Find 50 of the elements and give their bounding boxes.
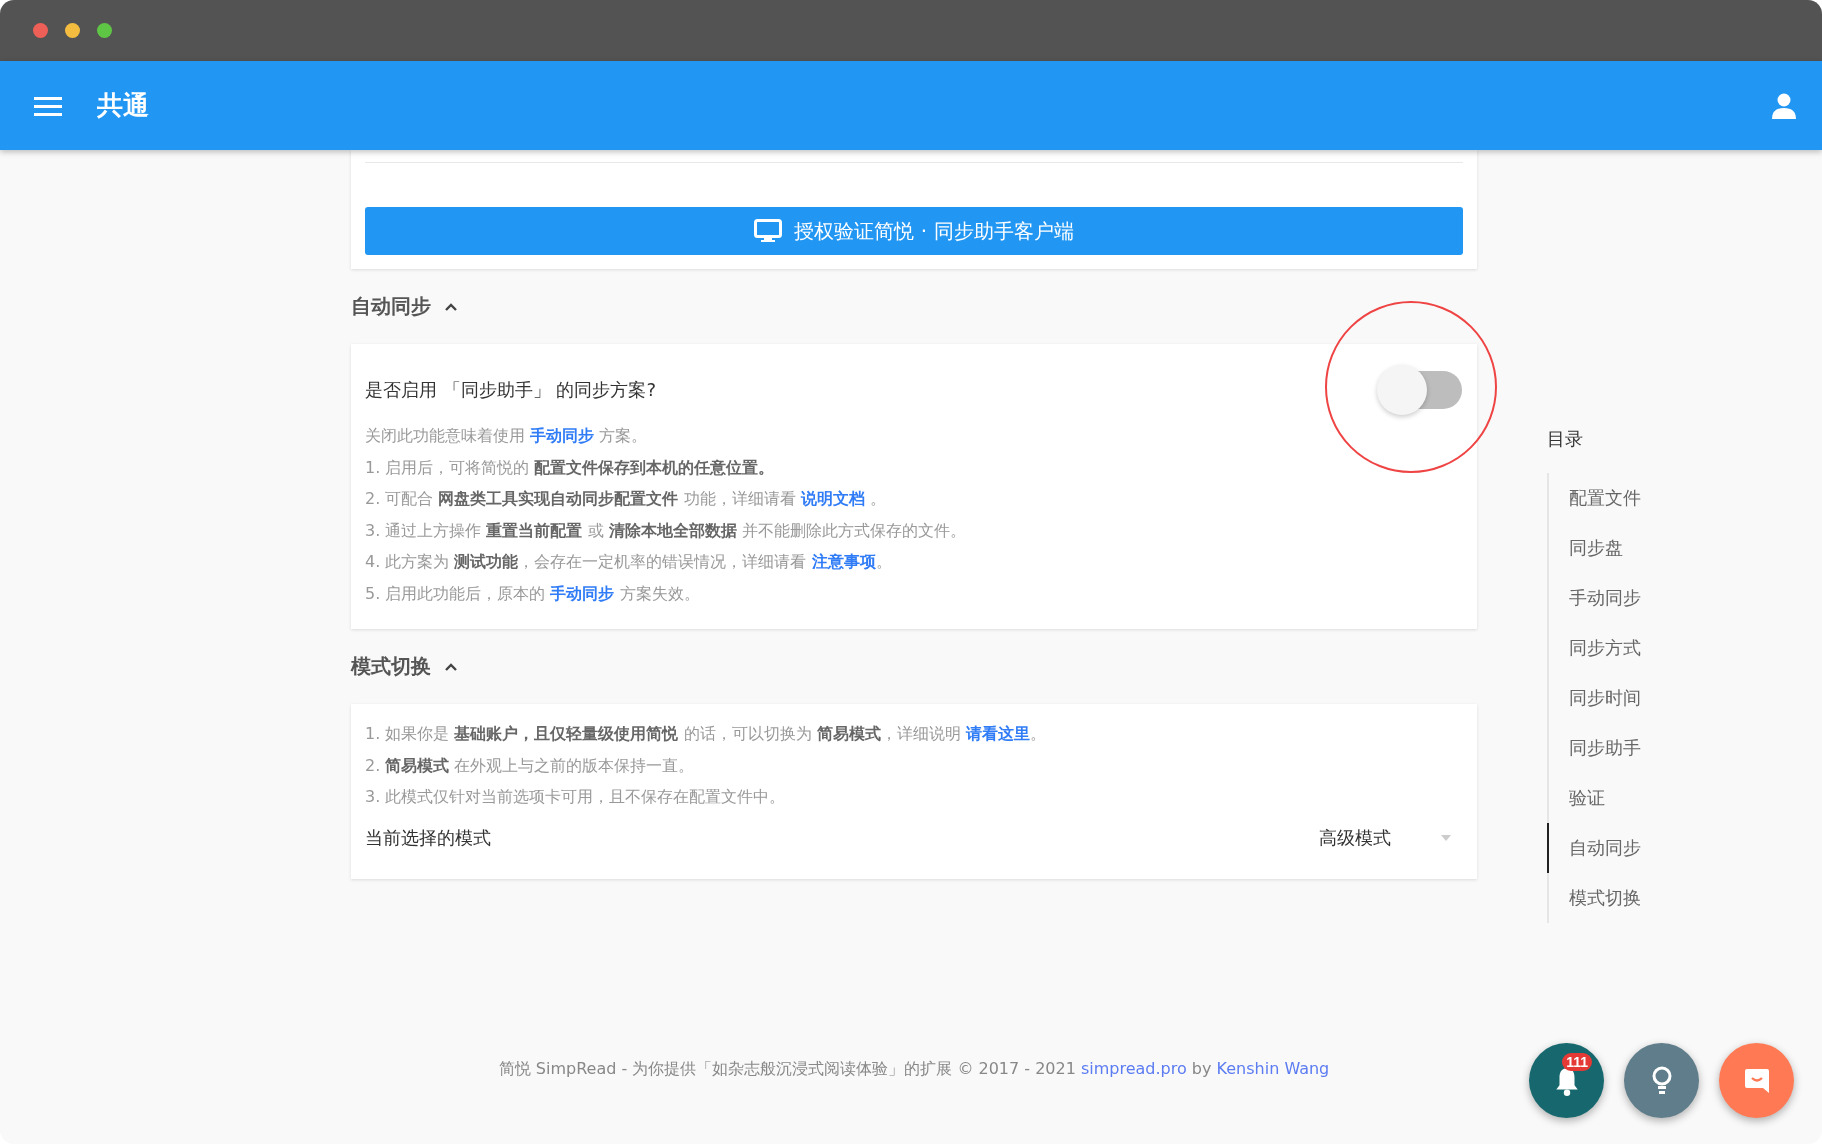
floating-action-button[interactable]: 111 — [1529, 1043, 1604, 1118]
menu-icon[interactable] — [34, 95, 62, 116]
description-line: 1. 启用后，可将简悦的 配置文件保存到本机的任意位置。 — [365, 456, 776, 479]
footer-link[interactable]: Kenshin Wang — [1216, 1058, 1330, 1078]
toc-item[interactable]: 手动同步 — [1547, 573, 1822, 623]
auth-button[interactable]: 授权验证简悦 · 同步助手客户端 — [365, 207, 1463, 255]
chat-icon — [1743, 1067, 1770, 1094]
doc-link[interactable]: 手动同步 — [530, 426, 595, 445]
caret-icon — [1441, 834, 1451, 841]
toc-item[interactable]: 同步方式 — [1547, 623, 1822, 673]
footer-link[interactable]: simpread.pro — [1080, 1058, 1187, 1078]
floating-action-button[interactable] — [1624, 1043, 1699, 1118]
description-line: 1. 如果你是 基础账户，且仅轻量级使用简悦 的话，可以切换为 简易模式，详细说明 请看这里。 — [365, 723, 1047, 745]
toc-item[interactable]: 同步时间 — [1547, 673, 1822, 723]
mode-select[interactable]: 高级模式 — [1319, 825, 1463, 850]
description-line: 2. 简易模式 在外观上与之前的版本保持一直。 — [365, 754, 696, 777]
chevron-icon[interactable] — [445, 302, 457, 311]
doc-link[interactable]: 请看这里 — [965, 724, 1030, 743]
doc-link[interactable]: 手动同步 — [550, 583, 615, 603]
minimize-window-dot[interactable] — [65, 23, 80, 38]
setting-question: 是否启用 「同步助手」 的同步方案? — [365, 378, 656, 402]
select-label: 当前选择的模式 — [365, 825, 491, 850]
section-title: 模式切换 — [351, 653, 431, 680]
section-title: 自动同步 — [351, 293, 431, 320]
notification-badge: 111 — [1562, 1053, 1592, 1071]
toc-item[interactable]: 配置文件 — [1547, 473, 1822, 523]
toc-item[interactable]: 自动同步 — [1547, 823, 1822, 873]
toc-title: 目录 — [1547, 427, 1584, 451]
user-icon[interactable] — [1772, 92, 1796, 119]
doc-link[interactable]: 说明文档 — [800, 489, 865, 508]
description-line: 3. 通过上方操作 重置当前配置 或 清除本地全部数据 并不能删除此方式保存的文件。 — [365, 519, 967, 542]
toc-item[interactable]: 模式切换 — [1547, 873, 1822, 923]
footer-text: 简悦 SimpRead - 为你提供「如杂志般沉浸式阅读体验」的扩展 © 2017 - 2021 simpread.pro by Kenshin Wang — [497, 1058, 1331, 1080]
toc-item[interactable]: 同步盘 — [1547, 523, 1822, 573]
toc-item[interactable]: 验证 — [1547, 773, 1822, 823]
chevron-icon[interactable] — [445, 662, 457, 671]
toggle-switch[interactable] — [1377, 365, 1462, 415]
doc-link[interactable]: 注意事项 — [811, 552, 876, 571]
app-title: 共通 — [97, 89, 149, 122]
close-window-dot[interactable] — [33, 23, 48, 38]
description-line: 2. 可配合 网盘类工具实现自动同步配置文件 功能，详细请看 说明文档 。 — [365, 488, 887, 510]
toc-item[interactable]: 同步助手 — [1547, 723, 1822, 773]
lightbulb-icon — [1651, 1065, 1672, 1096]
zoom-window-dot[interactable] — [97, 23, 112, 38]
description-line: 关闭此功能意味着使用 手动同步 方案。 — [365, 425, 649, 447]
description-line: 3. 此模式仅针对当前选项卡可用，且不保存在配置文件中。 — [365, 786, 787, 808]
monitor-icon — [754, 219, 783, 243]
description-line: 4. 此方案为 测试功能，会存在一定机率的错误情况，详细请看 注意事项。 — [365, 551, 893, 573]
description-line: 5. 启用此功能后，原本的 手动同步 方案失效。 — [365, 582, 701, 605]
floating-action-button[interactable] — [1719, 1043, 1794, 1118]
